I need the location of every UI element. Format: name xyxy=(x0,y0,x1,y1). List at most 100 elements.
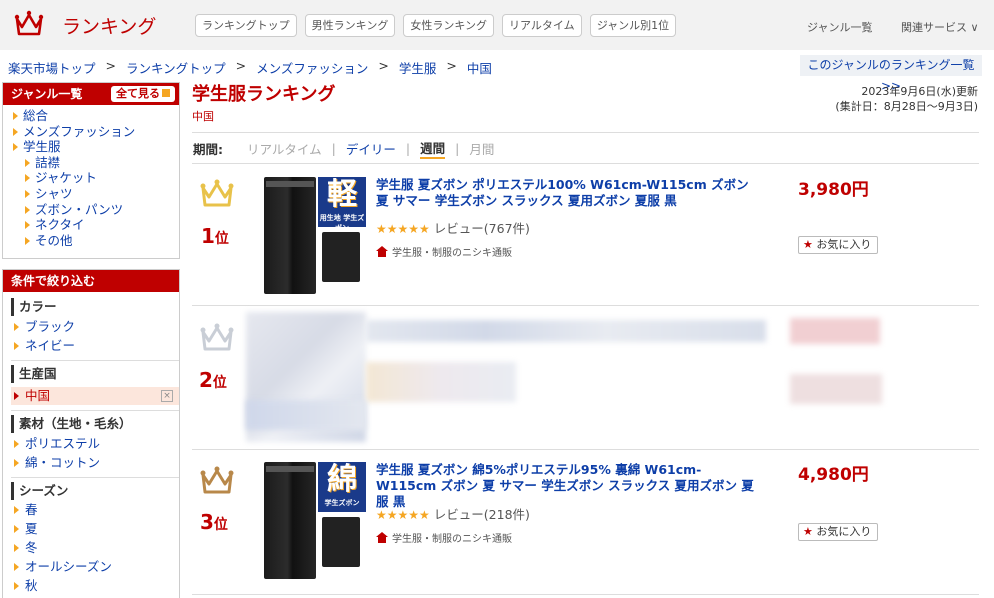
pants-detail-image xyxy=(322,517,360,567)
tab-separator: | xyxy=(455,141,460,156)
shop-icon xyxy=(376,246,388,257)
nav-genre-top[interactable]: ジャンル別1位 xyxy=(589,14,677,37)
rank-number: 1位 xyxy=(201,224,229,248)
product-price: 3,980円 xyxy=(798,180,869,200)
related-services-menu[interactable]: 関連サービス ∨ xyxy=(901,19,979,35)
tab-daily[interactable]: デイリー xyxy=(346,139,396,158)
blurred-thumb-strip xyxy=(246,400,366,430)
tab-monthly: 月間 xyxy=(469,142,495,157)
gold-crown-icon xyxy=(200,179,234,207)
product-tag: 軽用生地 学生ズボン xyxy=(318,177,366,232)
breadcrumb-item[interactable]: 楽天市場トップ xyxy=(8,58,96,77)
filter-item[interactable]: オールシーズン xyxy=(11,558,179,576)
filter-item[interactable]: 綿・コットン xyxy=(11,454,179,472)
star-icon: ★ xyxy=(803,238,813,251)
review-link[interactable]: レビュー(767件) xyxy=(434,221,530,236)
tag-big-text: 綿 xyxy=(327,462,357,497)
rating: ★★★★★ レビュー(767件) xyxy=(376,218,530,237)
remove-filter-icon[interactable]: × xyxy=(161,390,173,402)
rating: ★★★★★ レビュー(218件) xyxy=(376,504,530,523)
product-image[interactable]: 綿学生ズボン xyxy=(256,462,366,579)
review-link[interactable]: レビュー(218件) xyxy=(434,507,530,522)
breadcrumb-item[interactable]: 中国 xyxy=(467,58,492,77)
divider xyxy=(192,449,979,450)
crown-logo-icon[interactable] xyxy=(14,10,44,38)
genre-subitem[interactable]: ジャケット xyxy=(3,170,179,186)
page-title: 学生服ランキング xyxy=(192,84,336,105)
pants-image xyxy=(264,462,316,579)
genre-subitem[interactable]: ネクタイ xyxy=(3,217,179,233)
shop-name: 学生服・制服のニシキ通販 xyxy=(392,248,512,259)
star-icons: ★★★★★ xyxy=(376,508,430,522)
shop-link[interactable]: 学生服・制服のニシキ通販 xyxy=(376,244,512,259)
product-name[interactable]: 学生服 夏ズボン ポリエステル100% W61cm-W115cm ズボン 夏 サ… xyxy=(376,177,756,209)
rank-value: 3 xyxy=(200,510,214,534)
filter-item[interactable]: 秋 xyxy=(11,577,179,595)
tab-weekly[interactable]: 週間 xyxy=(420,138,446,159)
genre-list-header: ジャンル一覧 全て見る xyxy=(3,83,179,105)
nav-female-ranking[interactable]: 女性ランキング xyxy=(403,14,495,37)
filter-divider xyxy=(11,477,179,478)
filter-panel: 条件で絞り込む カラー ブラック ネイビー 生産国 中国 × 素材（生地・毛糸）… xyxy=(2,269,180,598)
product-name[interactable]: 学生服 夏ズボン 綿5%ポリエステル95% 裏綿 W61cm-W115cm ズボ… xyxy=(376,462,756,510)
favorite-label: お気に入り xyxy=(816,525,872,538)
genre-list-link[interactable]: ジャンル一覧 xyxy=(807,19,872,35)
genre-ranking-list-button[interactable]: このジャンルのランキング一覧 >> xyxy=(800,55,982,93)
tab-realtime: リアルタイム xyxy=(247,142,322,157)
genre-subitem[interactable]: シャツ xyxy=(3,186,179,202)
filter-title-season: シーズン xyxy=(11,482,68,500)
filter-item[interactable]: 冬 xyxy=(11,539,179,557)
genre-subitem[interactable]: ズボン・パンツ xyxy=(3,202,179,218)
genre-item[interactable]: 総合 xyxy=(3,108,179,124)
see-all-button[interactable]: 全て見る xyxy=(111,86,175,102)
nav-male-ranking[interactable]: 男性ランキング xyxy=(304,14,396,37)
genre-subitem[interactable]: その他 xyxy=(3,233,179,249)
pants-image xyxy=(264,177,316,294)
header-nav: ランキングトップ 男性ランキング 女性ランキング リアルタイム ジャンル別1位 xyxy=(195,14,677,37)
filter-item[interactable]: ネイビー xyxy=(11,337,179,355)
filter-item-selected[interactable]: 中国 × xyxy=(11,387,179,405)
product-image[interactable]: 軽用生地 学生ズボン xyxy=(256,177,366,294)
pants-detail-image xyxy=(322,232,360,282)
updated-date: 2023年9月6日(水)更新 xyxy=(861,85,978,98)
genre-subitem[interactable]: 詰襟 xyxy=(3,155,179,171)
rank-value: 2 xyxy=(199,368,213,392)
tag-small-text: 学生ズボン xyxy=(324,499,360,507)
genre-item[interactable]: 学生服 xyxy=(3,139,179,155)
site-header: ランキング ランキングトップ 男性ランキング 女性ランキング リアルタイム ジャ… xyxy=(0,0,994,50)
filter-item[interactable]: 夏 xyxy=(11,520,179,538)
see-all-label: 全て見る xyxy=(116,87,160,100)
nav-realtime[interactable]: リアルタイム xyxy=(502,14,582,37)
genre-list-panel: ジャンル一覧 全て見る 総合 メンズファッション 学生服 詰襟 ジャケット シャ… xyxy=(2,82,180,259)
favorite-button[interactable]: ★ お気に入り xyxy=(798,523,878,541)
filter-item[interactable]: ポリエステル xyxy=(11,435,179,453)
favorite-button[interactable]: ★ お気に入り xyxy=(798,236,878,254)
blurred-product-name[interactable] xyxy=(366,320,766,342)
period-label: 期間: xyxy=(193,142,223,157)
favorite-label: お気に入り xyxy=(816,238,872,251)
filter-item[interactable]: 春 xyxy=(11,501,179,519)
divider xyxy=(192,132,979,133)
nav-ranking-top[interactable]: ランキングトップ xyxy=(195,14,297,37)
period-tabs: 期間: リアルタイム | デイリー | 週間 | 月間 xyxy=(193,138,494,159)
breadcrumb-separator: > xyxy=(235,58,247,73)
product-price: 4,980円 xyxy=(798,465,869,485)
filter-title-color: カラー xyxy=(11,298,57,316)
breadcrumb-item[interactable]: 学生服 xyxy=(399,58,437,77)
logo-text[interactable]: ランキング xyxy=(62,12,156,39)
belt-image xyxy=(266,181,314,187)
page-subtitle: 中国 xyxy=(192,110,214,123)
shop-link[interactable]: 学生服・制服のニシキ通販 xyxy=(376,530,512,545)
filter-item[interactable]: ブラック xyxy=(11,318,179,336)
breadcrumb-item[interactable]: ランキングトップ xyxy=(126,58,226,77)
update-info: 2023年9月6日(水)更新 (集計日：8月28日〜9月3日) xyxy=(835,84,978,114)
filter-item-label: 中国 xyxy=(25,388,51,403)
breadcrumb-item[interactable]: メンズファッション xyxy=(256,58,368,77)
rank-number: 2位 xyxy=(199,368,227,392)
tag-small-text: 用生地 学生ズボン xyxy=(319,214,365,232)
genre-item[interactable]: メンズファッション xyxy=(3,124,179,140)
belt-image xyxy=(266,466,314,472)
tag-big-text: 軽 xyxy=(327,177,357,212)
rank-number: 3位 xyxy=(200,510,228,534)
breadcrumb-separator: > xyxy=(105,58,116,73)
